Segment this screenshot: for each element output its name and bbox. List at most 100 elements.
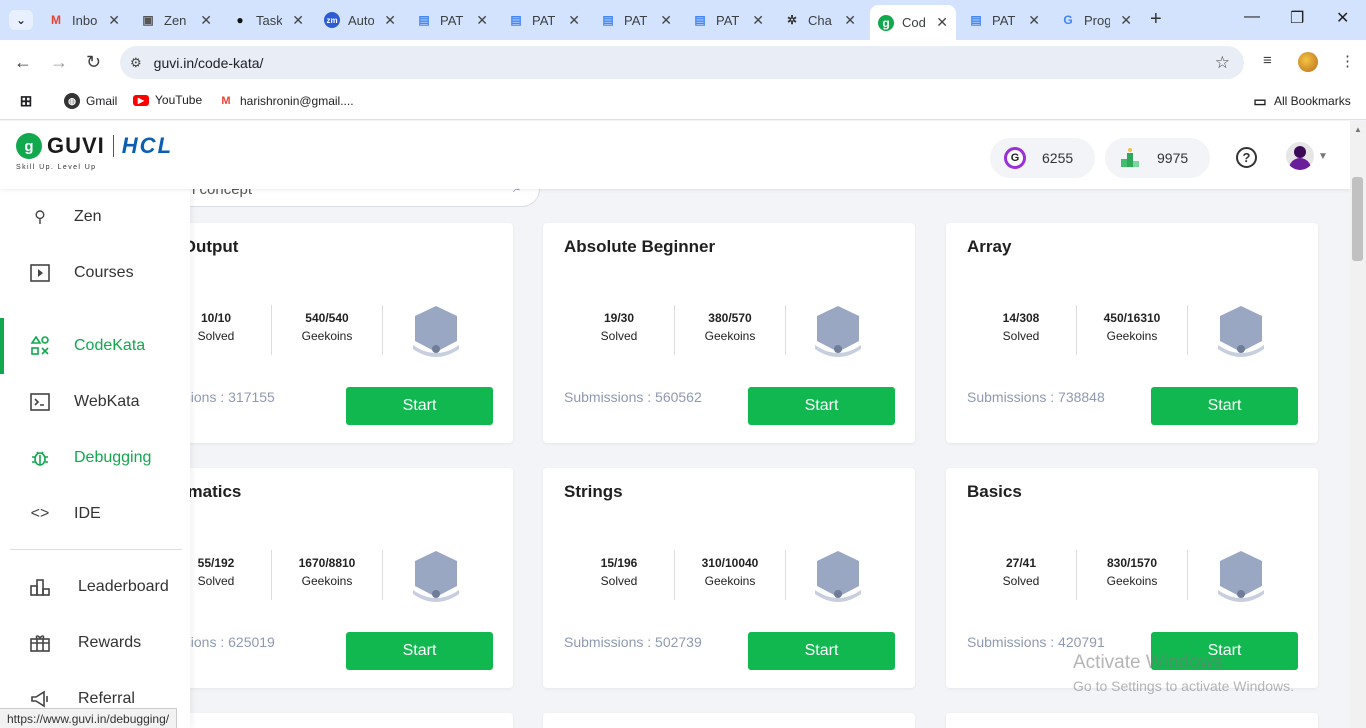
close-icon[interactable]: ✕ <box>476 12 488 29</box>
classroom-icon: ▣ <box>142 13 154 27</box>
chevron-down-icon: ⌄ <box>15 13 27 27</box>
kata-card-partial <box>141 713 513 728</box>
page-content: g GUVI HCL Skill Up. Level Up G 6255 997… <box>0 121 1350 728</box>
kebab-menu-icon[interactable]: ⋮ <box>1340 52 1355 70</box>
level-badge-icon <box>1218 551 1264 602</box>
scrollbar-thumb[interactable] <box>1352 177 1363 261</box>
start-button[interactable]: Start <box>1151 387 1298 425</box>
close-icon[interactable]: ✕ <box>1120 12 1132 29</box>
user-avatar[interactable] <box>1286 142 1314 170</box>
bookmark-star-icon[interactable]: ☆ <box>1215 53 1230 73</box>
close-icon[interactable]: ✕ <box>108 12 120 29</box>
close-icon[interactable]: ✕ <box>568 12 580 29</box>
help-icon[interactable]: ? <box>1236 147 1257 168</box>
kata-card-mathematics: thematics 55/192 Solved 1670/8810 Geekoins… <box>141 468 513 688</box>
browser-tab[interactable]: ▤ PAT ✕ <box>960 6 1048 34</box>
bookmark-gmail-account[interactable]: M harishronin@gmail.... <box>218 93 354 109</box>
chevron-down-icon[interactable]: ▼ <box>1318 151 1328 162</box>
submissions-count: Submissions : 738848 <box>967 389 1105 405</box>
guvi-hcl-logo[interactable]: g GUVI HCL <box>16 133 173 159</box>
logo-divider <box>112 135 114 157</box>
reload-icon[interactable]: ↻ <box>86 52 101 73</box>
close-icon[interactable]: ✕ <box>1028 12 1040 29</box>
start-button[interactable]: Start <box>346 632 493 670</box>
browser-tab[interactable]: ▤ PAT ✕ <box>500 6 588 34</box>
browser-tab[interactable]: ● Task ✕ <box>224 6 312 34</box>
rank-pill[interactable]: 9975 <box>1105 138 1210 178</box>
docs-icon: ▤ <box>418 13 430 27</box>
status-bar-url: https://www.guvi.in/debugging/ <box>0 708 178 728</box>
sidebar-item-codekata[interactable]: CodeKata <box>0 318 190 374</box>
sidebar: ⚲ Zen Courses CodeKata WebKata Debugging… <box>0 189 190 728</box>
bookmark-youtube[interactable]: ▶ YouTube <box>133 93 202 107</box>
minimize-icon[interactable]: — <box>1244 8 1260 26</box>
close-icon[interactable]: ✕ <box>660 12 672 29</box>
browser-tab-active[interactable]: g Cod ✕ <box>870 5 956 40</box>
back-icon[interactable]: ← <box>14 52 32 73</box>
site-settings-icon[interactable]: ⚙ <box>130 55 142 71</box>
sidebar-item-rewards[interactable]: Rewards <box>0 620 190 666</box>
tab-title: PAT <box>532 12 556 28</box>
browser-tab[interactable]: G Prog ✕ <box>1052 6 1140 34</box>
submissions-count: Submissions : 560562 <box>564 389 702 405</box>
gift-icon <box>28 631 52 655</box>
browser-tab[interactable]: ▤ PAT ✕ <box>684 6 772 34</box>
guvi-icon: g <box>878 14 894 31</box>
chrome-profile-avatar[interactable] <box>1298 52 1318 72</box>
forward-icon[interactable]: → <box>50 52 68 73</box>
kata-card-array: Array 14/308 Solved 450/16310 Geekoins Sub… <box>946 223 1318 443</box>
start-button[interactable]: Start <box>346 387 493 425</box>
tab-title: PAT <box>624 12 648 28</box>
tab-title: Prog <box>1084 12 1110 28</box>
solved-stat: 19/30 Solved <box>600 311 638 343</box>
tab-search-dropdown[interactable]: ⌄ <box>9 10 33 30</box>
browser-tab[interactable]: ✲ Cha ✕ <box>776 6 864 34</box>
level-badge-icon <box>413 551 459 602</box>
bookmark-gmail[interactable]: ◍ Gmail <box>64 93 117 109</box>
browser-tab[interactable]: zm Auto ✕ <box>316 6 404 34</box>
sidebar-item-leaderboard[interactable]: Leaderboard <box>0 564 190 610</box>
close-icon[interactable]: ✕ <box>936 14 948 31</box>
sidebar-item-zen[interactable]: ⚲ Zen <box>0 194 190 240</box>
geekoins-stat: 450/16310 Geekoins <box>1103 311 1161 343</box>
card-title: Array <box>967 237 1012 256</box>
start-button[interactable]: Start <box>748 387 895 425</box>
close-icon[interactable]: ✕ <box>200 12 212 29</box>
close-icon[interactable]: ✕ <box>292 12 304 29</box>
geekoins-pill[interactable]: G 6255 <box>990 138 1095 178</box>
browser-tab[interactable]: ▣ Zen ✕ <box>132 6 220 34</box>
window-close-icon[interactable]: ✕ <box>1336 8 1349 28</box>
address-bar[interactable]: ⚙ guvi.in/code-kata/ ☆ <box>120 46 1244 79</box>
sidebar-item-courses[interactable]: Courses <box>0 250 190 296</box>
page-scrollbar[interactable]: ▲ <box>1350 121 1366 728</box>
site-header: g GUVI HCL Skill Up. Level Up G 6255 997… <box>0 121 1350 189</box>
close-icon[interactable]: ✕ <box>384 12 396 29</box>
podium-icon <box>1119 147 1141 169</box>
brand-tagline: Skill Up. Level Up <box>16 164 97 171</box>
sidebar-item-webkata[interactable]: WebKata <box>0 379 190 425</box>
sidebar-item-ide[interactable]: <> IDE <box>0 491 190 537</box>
close-icon[interactable]: ✕ <box>752 12 764 29</box>
browser-tab[interactable]: M Inbo ✕ <box>40 6 128 34</box>
browser-tab[interactable]: ▤ PAT ✕ <box>592 6 680 34</box>
level-badge-icon <box>815 551 861 602</box>
sidebar-item-label: Rewards <box>78 634 142 651</box>
start-button[interactable]: Start <box>748 632 895 670</box>
new-tab-icon[interactable]: + <box>1150 8 1162 31</box>
scroll-up-icon[interactable]: ▲ <box>1354 125 1362 134</box>
docs-icon: ▤ <box>694 13 706 27</box>
apps-grid-icon[interactable]: ⊞ <box>18 93 34 110</box>
media-control-icon[interactable]: ≡ <box>1263 52 1272 69</box>
sidebar-item-debugging[interactable]: Debugging <box>0 435 190 481</box>
url-text: guvi.in/code-kata/ <box>153 54 264 71</box>
restore-icon[interactable]: ❐ <box>1290 8 1304 28</box>
sidebar-item-label: WebKata <box>74 393 140 410</box>
solved-stat: 14/308 Solved <box>1002 311 1040 343</box>
tab-title: Auto <box>348 12 374 28</box>
browser-tab[interactable]: ▤ PAT ✕ <box>408 6 496 34</box>
partner-name: HCL <box>121 133 174 158</box>
bookmark-label: Gmail <box>86 94 118 108</box>
bookmark-label: harishronin@gmail.... <box>240 94 354 108</box>
close-icon[interactable]: ✕ <box>844 12 856 29</box>
all-bookmarks[interactable]: ▭ All Bookmarks <box>1252 93 1350 109</box>
